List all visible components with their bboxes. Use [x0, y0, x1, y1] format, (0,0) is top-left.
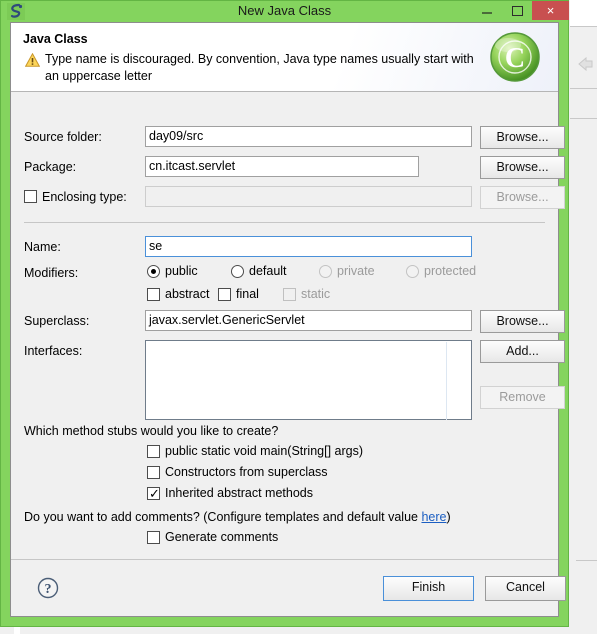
background-divider — [576, 560, 597, 561]
method-stubs-section: Which method stubs would you like to cre… — [11, 424, 558, 504]
enclosing-type-checkbox[interactable] — [24, 190, 37, 203]
checkmark-icon: ✓ — [149, 486, 160, 501]
header-title: Java Class — [23, 32, 88, 46]
modifier-radio-default[interactable] — [231, 265, 244, 278]
stub-label-inherited: Inherited abstract methods — [165, 486, 313, 500]
method-stubs-question: Which method stubs would you like to cre… — [24, 424, 279, 438]
source-folder-input[interactable]: day09/src — [145, 126, 472, 147]
stub-checkbox-inherited[interactable]: ✓ — [147, 486, 160, 501]
modifier-checkbox-static — [283, 288, 296, 301]
source-folder-label: Source folder: — [24, 130, 102, 144]
name-row: Name: se — [11, 236, 558, 259]
name-label: Name: — [24, 240, 61, 254]
background-divider — [570, 88, 597, 89]
interfaces-list[interactable] — [145, 340, 472, 420]
close-button[interactable]: × — [532, 1, 569, 20]
svg-text:?: ? — [45, 582, 52, 597]
modifier-radio-protected — [406, 265, 419, 278]
modifier-label-private: private — [337, 264, 375, 278]
modifiers-label: Modifiers: — [24, 266, 79, 280]
name-input[interactable]: se — [145, 236, 472, 257]
comments-question-before: Do you want to add comments? (Configure … — [24, 510, 422, 524]
superclass-label: Superclass: — [24, 314, 90, 328]
generate-comments-label: Generate comments — [165, 530, 279, 544]
dialog-titlebar[interactable]: New Java Class × — [1, 1, 569, 22]
modifier-label-public: public — [165, 264, 198, 278]
interfaces-row: Interfaces: Add... Remove — [11, 340, 565, 420]
finish-button[interactable]: Finish — [383, 576, 474, 601]
background-arrow-icon — [578, 57, 593, 71]
package-label: Package: — [24, 160, 77, 174]
background-divider — [570, 26, 597, 27]
modifier-label-abstract: abstract — [165, 287, 210, 301]
superclass-row: Superclass: javax.servlet.GenericServlet… — [11, 310, 565, 333]
source-folder-browse-button[interactable]: Browse... — [480, 126, 565, 149]
configure-templates-link[interactable]: here — [421, 510, 446, 524]
modifier-label-static: static — [301, 287, 331, 301]
package-row: Package: cn.itcast.servlet Browse... — [11, 156, 565, 179]
package-input[interactable]: cn.itcast.servlet — [145, 156, 419, 177]
superclass-browse-button[interactable]: Browse... — [480, 310, 565, 333]
java-class-logo-icon: C — [490, 32, 540, 82]
comments-question-after: ) — [446, 510, 451, 524]
interfaces-add-button[interactable]: Add... — [480, 340, 565, 363]
comments-question: Do you want to add comments? (Configure … — [24, 510, 451, 524]
modifier-label-protected: protected — [424, 264, 477, 278]
modifier-label-final: final — [236, 287, 259, 301]
background-panel — [570, 0, 597, 26]
dialog-header: Java Class Type name is discouraged. By … — [11, 23, 558, 92]
minimize-button[interactable] — [474, 1, 500, 20]
maximize-button[interactable] — [504, 1, 530, 20]
superclass-input[interactable]: javax.servlet.GenericServlet — [145, 310, 472, 331]
cancel-button[interactable]: Cancel — [485, 576, 566, 601]
stub-label-main: public static void main(String[] args) — [165, 444, 363, 458]
package-browse-button[interactable]: Browse... — [480, 156, 565, 179]
warning-triangle-icon — [25, 53, 40, 67]
header-message: Type name is discouraged. By convention,… — [45, 52, 474, 83]
modifier-checkbox-abstract[interactable] — [147, 288, 160, 301]
comments-section: Do you want to add comments? (Configure … — [11, 510, 558, 560]
source-folder-row: Source folder: day09/src Browse... — [11, 126, 565, 149]
close-icon: × — [546, 3, 555, 18]
modifier-radio-private — [319, 265, 332, 278]
enclosing-type-row: Enclosing type: Browse... — [11, 186, 565, 209]
interfaces-list-divider — [446, 342, 447, 420]
help-question-icon[interactable]: ? — [37, 577, 59, 599]
dialog-form: Source folder: day09/src Browse... Packa… — [11, 92, 565, 560]
new-java-class-dialog: New Java Class × Java Class Type name is… — [0, 0, 569, 627]
dialog-client-area: Java Class Type name is discouraged. By … — [10, 22, 566, 617]
enclosing-type-browse-button: Browse... — [480, 186, 565, 209]
section-separator — [24, 222, 545, 223]
modifiers-row: Modifiers: public default private protec… — [11, 262, 558, 308]
background-divider — [570, 118, 597, 119]
stub-checkbox-main[interactable] — [147, 445, 160, 458]
interfaces-remove-button: Remove — [480, 386, 565, 409]
stub-label-constructors: Constructors from superclass — [165, 465, 328, 479]
modifier-checkbox-final[interactable] — [218, 288, 231, 301]
modifier-label-default: default — [249, 264, 287, 278]
dialog-footer: ? Finish Cancel — [11, 559, 566, 616]
stub-checkbox-constructors[interactable] — [147, 466, 160, 479]
generate-comments-checkbox[interactable] — [147, 531, 160, 544]
enclosing-type-input[interactable] — [145, 186, 472, 207]
interfaces-label: Interfaces: — [24, 344, 83, 358]
modifier-radio-public[interactable] — [147, 265, 160, 278]
enclosing-type-label: Enclosing type: — [42, 190, 127, 204]
